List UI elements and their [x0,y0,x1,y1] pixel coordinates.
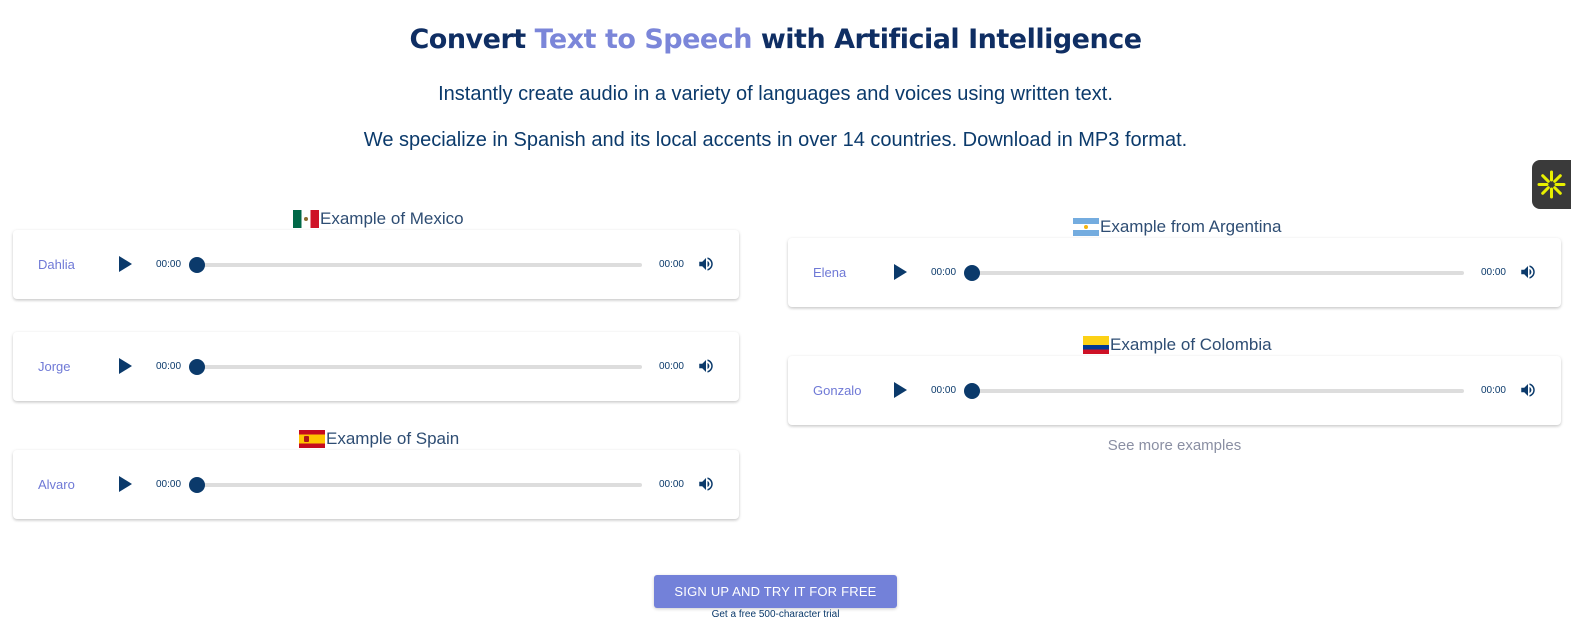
voice-name: Dahlia [38,257,75,272]
see-more-examples-link[interactable]: See more examples [787,437,1562,454]
heading-spain: Example of Spain [299,429,459,449]
volume-icon[interactable] [697,475,715,493]
accessibility-widget-button[interactable] [1532,160,1571,209]
subtitle-2: We specialize in Spanish and its local a… [363,129,1188,151]
seek-thumb[interactable] [189,359,205,375]
page-title: Convert Text to Speech with Artificial I… [0,24,1551,55]
audio-player-jorge: Jorge 00:00 00:00 [13,332,739,401]
play-icon[interactable] [894,264,907,280]
title-accent: Text to Speech [534,24,753,55]
heading-spain-label: Example of Spain [326,429,460,448]
heading-colombia-label: Example of Colombia [1110,335,1272,354]
title-part-1: Convert [409,24,535,55]
heading-mexico: Example of Mexico [293,209,464,229]
volume-icon[interactable] [697,255,715,273]
current-time: 00:00 [156,361,182,372]
duration-time: 00:00 [658,479,684,490]
seek-bar[interactable] [189,359,642,375]
volume-icon[interactable] [697,357,715,375]
colombia-flag-icon [1083,336,1109,354]
current-time: 00:00 [931,267,957,278]
audio-player-dahlia: Dahlia 00:00 00:00 [13,230,739,299]
spain-flag-icon [299,430,325,448]
seek-bar[interactable] [964,383,1464,399]
trial-note: Get a free 500-character trial [711,609,840,620]
current-time: 00:00 [931,385,957,396]
audio-player-alvaro: Alvaro 00:00 00:00 [13,450,739,519]
audio-player-elena: Elena 00:00 00:00 [788,238,1561,307]
voice-name: Gonzalo [813,383,862,398]
volume-icon[interactable] [1519,381,1537,399]
mexico-flag-icon [293,210,319,228]
duration-time: 00:00 [658,361,684,372]
play-icon[interactable] [119,358,132,374]
audio-player-gonzalo: Gonzalo 00:00 00:00 [788,356,1561,425]
duration-time: 00:00 [1480,267,1506,278]
heading-colombia: Example of Colombia [1083,335,1272,355]
seek-thumb[interactable] [964,383,980,399]
seek-thumb[interactable] [964,265,980,281]
heading-argentina-label: Example from Argentina [1100,217,1282,236]
subtitle-1: Instantly create audio in a variety of l… [438,83,1113,105]
duration-time: 00:00 [658,259,684,270]
title-part-2: with Artificial Intelligence [751,24,1142,55]
argentina-flag-icon [1073,218,1099,236]
heading-mexico-label: Example of Mexico [320,209,464,228]
play-icon[interactable] [894,382,907,398]
duration-time: 00:00 [1480,385,1506,396]
voice-name: Alvaro [38,477,75,492]
asterisk-icon [1537,170,1566,199]
play-icon[interactable] [119,256,132,272]
voice-name: Jorge [38,359,71,374]
current-time: 00:00 [156,479,182,490]
seek-bar[interactable] [964,265,1464,281]
seek-thumb[interactable] [189,257,205,273]
volume-icon[interactable] [1519,263,1537,281]
seek-thumb[interactable] [189,477,205,493]
voice-name: Elena [813,265,847,280]
seek-bar[interactable] [189,477,642,493]
seek-bar[interactable] [189,257,642,273]
current-time: 00:00 [156,259,182,270]
heading-argentina: Example from Argentina [1073,217,1281,237]
sign-up-button[interactable]: SIGN UP AND TRY IT FOR FREE [654,575,897,608]
play-icon[interactable] [119,476,132,492]
